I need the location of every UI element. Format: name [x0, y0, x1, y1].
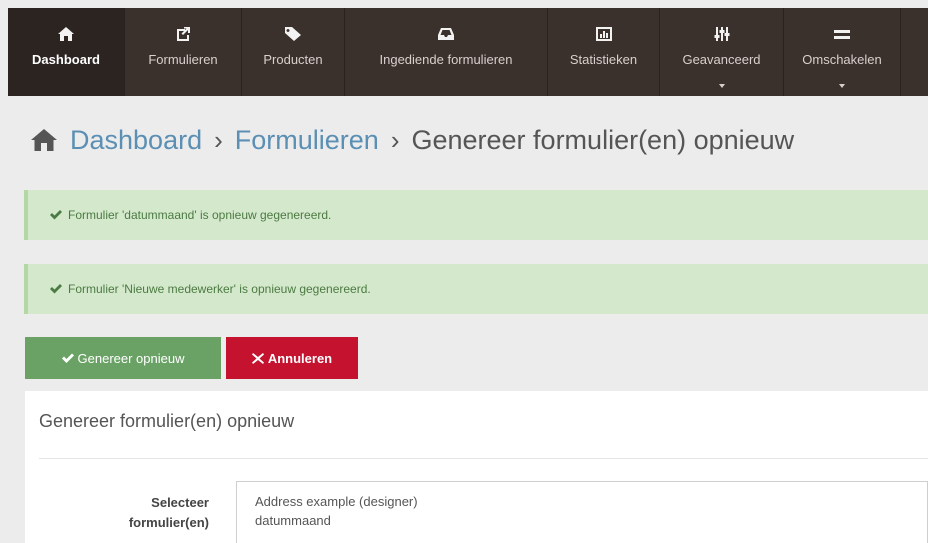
menu-icon: [833, 26, 851, 42]
nav-label: Dashboard: [32, 52, 100, 67]
breadcrumb-separator-icon: ›: [214, 124, 223, 155]
breadcrumb-dashboard-link[interactable]: Dashboard: [70, 125, 202, 156]
nav-bar: Dashboard Formulieren Producten Ingedien…: [8, 8, 928, 96]
regenerate-button-label: Genereer opnieuw: [77, 350, 185, 366]
nav-label: Formulieren: [148, 52, 218, 67]
top-navigation: Dashboard Formulieren Producten Ingedien…: [0, 0, 928, 98]
home-icon[interactable]: [30, 128, 70, 152]
nav-item-ingediende-formulieren[interactable]: Ingediende formulieren: [345, 8, 548, 96]
select-option[interactable]: datummaand: [255, 511, 927, 530]
check-icon: [50, 284, 62, 294]
check-icon: [61, 353, 74, 363]
breadcrumb-formulieren-link[interactable]: Formulieren: [235, 125, 379, 156]
tag-icon: [284, 26, 302, 42]
nav-label: Omschakelen: [802, 52, 882, 67]
success-alert: Formulier 'Nieuwe medewerker' is opnieuw…: [24, 264, 928, 314]
nav-label: Ingediende formulieren: [379, 52, 513, 67]
nav-item-omschakelen[interactable]: Omschakelen: [784, 8, 901, 96]
bar-chart-icon: [595, 26, 613, 42]
form-select-label-line: formulier(en): [128, 515, 209, 530]
cancel-button[interactable]: Annuleren: [226, 337, 358, 379]
sliders-icon: [713, 26, 731, 42]
panel-title: Genereer formulier(en) opnieuw: [39, 411, 295, 431]
form-select-label-line: Selecteer: [151, 495, 209, 510]
nav-item-producten[interactable]: Producten: [242, 8, 345, 96]
cancel-button-label: Annuleren: [267, 350, 333, 366]
form-multi-select[interactable]: Address example (designer) datummaand: [236, 481, 928, 543]
close-icon: [251, 352, 264, 364]
chevron-down-icon: [718, 84, 725, 88]
check-icon: [50, 210, 62, 220]
nav-label: Producten: [263, 52, 323, 67]
nav-item-geavanceerd[interactable]: Geavanceerd: [660, 8, 784, 96]
regenerate-button[interactable]: Genereer opnieuw: [25, 337, 221, 379]
page-title: Genereer formulier(en) opnieuw: [411, 124, 795, 155]
nav-item-statistieken[interactable]: Statistieken: [548, 8, 660, 96]
alert-message: Formulier 'datummaand' is opnieuw gegene…: [68, 208, 332, 222]
regenerate-panel: Genereer formulier(en) opnieuw Selecteer…: [25, 391, 928, 543]
nav-item-formulieren[interactable]: Formulieren: [125, 8, 242, 96]
breadcrumb-separator-icon: ›: [390, 124, 400, 155]
form-select-label: Selecteer formulier(en): [97, 493, 209, 533]
divider: [39, 458, 928, 459]
select-option[interactable]: Address example (designer): [255, 492, 927, 511]
nav-item-dashboard[interactable]: Dashboard: [8, 8, 125, 96]
success-alert: Formulier 'datummaand' is opnieuw gegene…: [24, 190, 928, 240]
nav-label: Geavanceerd: [682, 52, 761, 67]
nav-label: Statistieken: [569, 52, 638, 67]
alert-message: Formulier 'Nieuwe medewerker' is opnieuw…: [68, 282, 371, 296]
inbox-icon: [437, 26, 455, 42]
chevron-down-icon: [839, 84, 845, 88]
breadcrumb: Dashboard › Formulieren › Genereer formu…: [30, 118, 794, 162]
forms-icon: [174, 26, 192, 42]
home-icon: [57, 26, 75, 42]
